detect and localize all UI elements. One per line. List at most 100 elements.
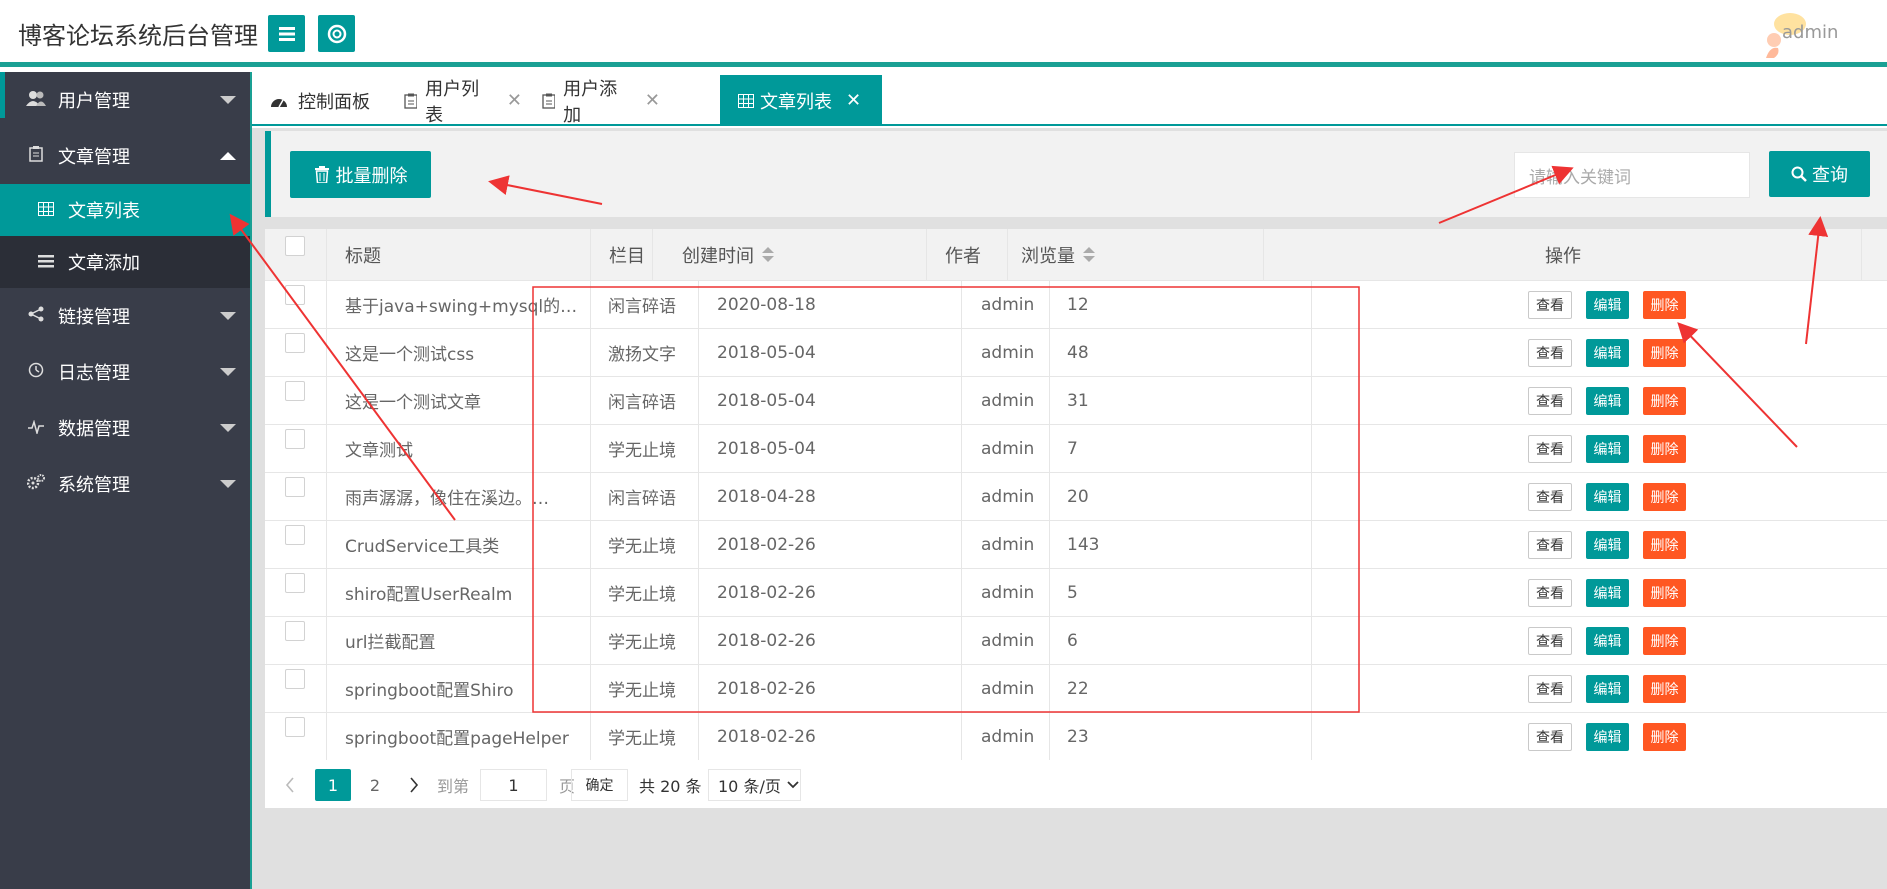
view-button[interactable]: 查看 xyxy=(1528,291,1572,319)
col-views[interactable]: 浏览量 xyxy=(1021,229,1095,280)
cell-title[interactable]: 这是一个测试文章 xyxy=(345,377,585,424)
row-checkbox[interactable] xyxy=(285,429,305,449)
edit-button[interactable]: 编辑 xyxy=(1586,291,1629,319)
cell-title[interactable]: CrudService工具类 xyxy=(345,521,585,568)
sidebar-subitem-article-list[interactable]: 文章列表 xyxy=(0,184,250,236)
delete-button[interactable]: 删除 xyxy=(1643,579,1686,607)
row-actions: 查看 编辑 删除 xyxy=(1528,435,1686,463)
view-button[interactable]: 查看 xyxy=(1528,675,1572,703)
next-page-icon[interactable] xyxy=(401,769,427,801)
sidebar-item-logs[interactable]: 日志管理 xyxy=(0,344,250,400)
view-button[interactable]: 查看 xyxy=(1528,579,1572,607)
view-button[interactable]: 查看 xyxy=(1528,435,1572,463)
edit-button[interactable]: 编辑 xyxy=(1586,435,1629,463)
row-checkbox[interactable] xyxy=(285,285,305,305)
sort-icon[interactable] xyxy=(1083,246,1095,263)
sidebar-item-data[interactable]: 数据管理 xyxy=(0,400,250,456)
sidebar-subitem-article-add[interactable]: 文章添加 xyxy=(0,236,250,288)
delete-button[interactable]: 删除 xyxy=(1643,627,1686,655)
close-icon[interactable]: ✕ xyxy=(645,90,660,111)
col-created[interactable]: 创建时间 xyxy=(682,229,774,280)
edit-button[interactable]: 编辑 xyxy=(1586,675,1629,703)
cell-category: 激扬文字 xyxy=(608,345,676,365)
delete-button[interactable]: 删除 xyxy=(1643,291,1686,319)
search-input[interactable]: 请输入关键词 xyxy=(1514,152,1750,198)
view-button[interactable]: 查看 xyxy=(1528,339,1572,367)
edit-button[interactable]: 编辑 xyxy=(1586,579,1629,607)
edit-button[interactable]: 编辑 xyxy=(1586,387,1629,415)
select-all-checkbox[interactable] xyxy=(285,236,305,256)
edit-button[interactable]: 编辑 xyxy=(1586,723,1629,751)
view-button[interactable]: 查看 xyxy=(1528,531,1572,559)
cell-title[interactable]: url拦截配置 xyxy=(345,617,585,664)
cell-title[interactable]: 基于java+swing+mysql的… xyxy=(345,281,585,328)
cell-author: admin xyxy=(981,342,1035,363)
cell-title[interactable]: 雨声潺潺，像住在溪边。… xyxy=(345,473,585,520)
table-row: springboot配置Shiro 学无止境 2018-02-26 admin 22 查看… xyxy=(265,665,1887,713)
tab-user-add[interactable]: 用户添加 ✕ xyxy=(522,75,660,126)
cell-title[interactable]: shiro配置UserRealm xyxy=(345,569,585,616)
cell-author: admin xyxy=(981,582,1035,603)
cell-category: 学无止境 xyxy=(608,585,676,605)
sidebar-item-label: 文章添加 xyxy=(68,253,140,274)
view-button[interactable]: 查看 xyxy=(1528,483,1572,511)
tab-dashboard[interactable]: 控制面板 xyxy=(252,75,386,126)
delete-button[interactable]: 删除 xyxy=(1643,675,1686,703)
row-checkbox[interactable] xyxy=(285,621,305,641)
sidebar-item-users[interactable]: 用户管理 xyxy=(0,72,250,128)
sidebar-item-system[interactable]: 系统管理 xyxy=(0,456,250,512)
edit-button[interactable]: 编辑 xyxy=(1586,627,1629,655)
page-1-button[interactable]: 1 xyxy=(315,769,351,801)
sidebar-item-links[interactable]: 链接管理 xyxy=(0,288,250,344)
cell-title[interactable]: springboot配置pageHelper xyxy=(345,713,585,760)
tab-user-list[interactable]: 用户列表 ✕ xyxy=(386,75,522,126)
table-row: 基于java+swing+mysql的… 闲言碎语 2020-08-18 admin 1… xyxy=(265,281,1887,329)
top-header: 博客论坛系统后台管理 admin xyxy=(0,0,1887,67)
page-size-select[interactable]: 10 条/页 xyxy=(708,769,801,801)
edit-button[interactable]: 编辑 xyxy=(1586,339,1629,367)
row-checkbox[interactable] xyxy=(285,717,305,737)
delete-button[interactable]: 删除 xyxy=(1643,435,1686,463)
sidebar-item-label: 文章管理 xyxy=(58,147,130,168)
row-checkbox[interactable] xyxy=(285,381,305,401)
search-button[interactable]: 查询 xyxy=(1769,151,1870,197)
close-icon[interactable]: ✕ xyxy=(507,90,522,111)
menu-toggle-button[interactable] xyxy=(268,15,305,52)
cell-author: admin xyxy=(981,726,1035,747)
row-checkbox[interactable] xyxy=(285,669,305,689)
cell-category: 闲言碎语 xyxy=(608,393,676,413)
delete-button[interactable]: 删除 xyxy=(1643,723,1686,751)
row-checkbox[interactable] xyxy=(285,477,305,497)
sidebar: 用户管理 文章管理 文章列表 文章添加 链接管理 日志管理 数据管理 系统管理 xyxy=(0,72,252,889)
page-2-button[interactable]: 2 xyxy=(357,769,393,801)
delete-button[interactable]: 删除 xyxy=(1643,483,1686,511)
row-actions: 查看 编辑 删除 xyxy=(1528,339,1686,367)
col-category: 栏目 xyxy=(609,245,645,267)
view-button[interactable]: 查看 xyxy=(1528,387,1572,415)
cell-title[interactable]: springboot配置Shiro xyxy=(345,665,585,712)
close-icon[interactable]: ✕ xyxy=(846,90,861,111)
cell-title[interactable]: 这是一个测试css xyxy=(345,329,585,376)
delete-button[interactable]: 删除 xyxy=(1643,339,1686,367)
user-name[interactable]: admin xyxy=(1782,22,1838,43)
goto-page-input[interactable]: 1 xyxy=(480,769,547,801)
help-button[interactable] xyxy=(318,15,355,52)
cell-title[interactable]: 文章测试 xyxy=(345,425,585,472)
sidebar-item-articles[interactable]: 文章管理 xyxy=(0,128,250,184)
row-checkbox[interactable] xyxy=(285,573,305,593)
view-button[interactable]: 查看 xyxy=(1528,627,1572,655)
prev-page-icon[interactable] xyxy=(277,769,303,801)
row-checkbox[interactable] xyxy=(285,333,305,353)
delete-button[interactable]: 删除 xyxy=(1643,387,1686,415)
row-actions: 查看 编辑 删除 xyxy=(1528,627,1686,655)
row-checkbox[interactable] xyxy=(285,525,305,545)
tab-article-list[interactable]: 文章列表 ✕ xyxy=(720,75,882,126)
view-button[interactable]: 查看 xyxy=(1528,723,1572,751)
batch-delete-button[interactable]: 批量删除 xyxy=(290,151,431,198)
confirm-button[interactable]: 确定 xyxy=(571,769,628,801)
pulse-icon xyxy=(26,418,46,438)
sort-icon[interactable] xyxy=(762,246,774,263)
edit-button[interactable]: 编辑 xyxy=(1586,483,1629,511)
edit-button[interactable]: 编辑 xyxy=(1586,531,1629,559)
delete-button[interactable]: 删除 xyxy=(1643,531,1686,559)
